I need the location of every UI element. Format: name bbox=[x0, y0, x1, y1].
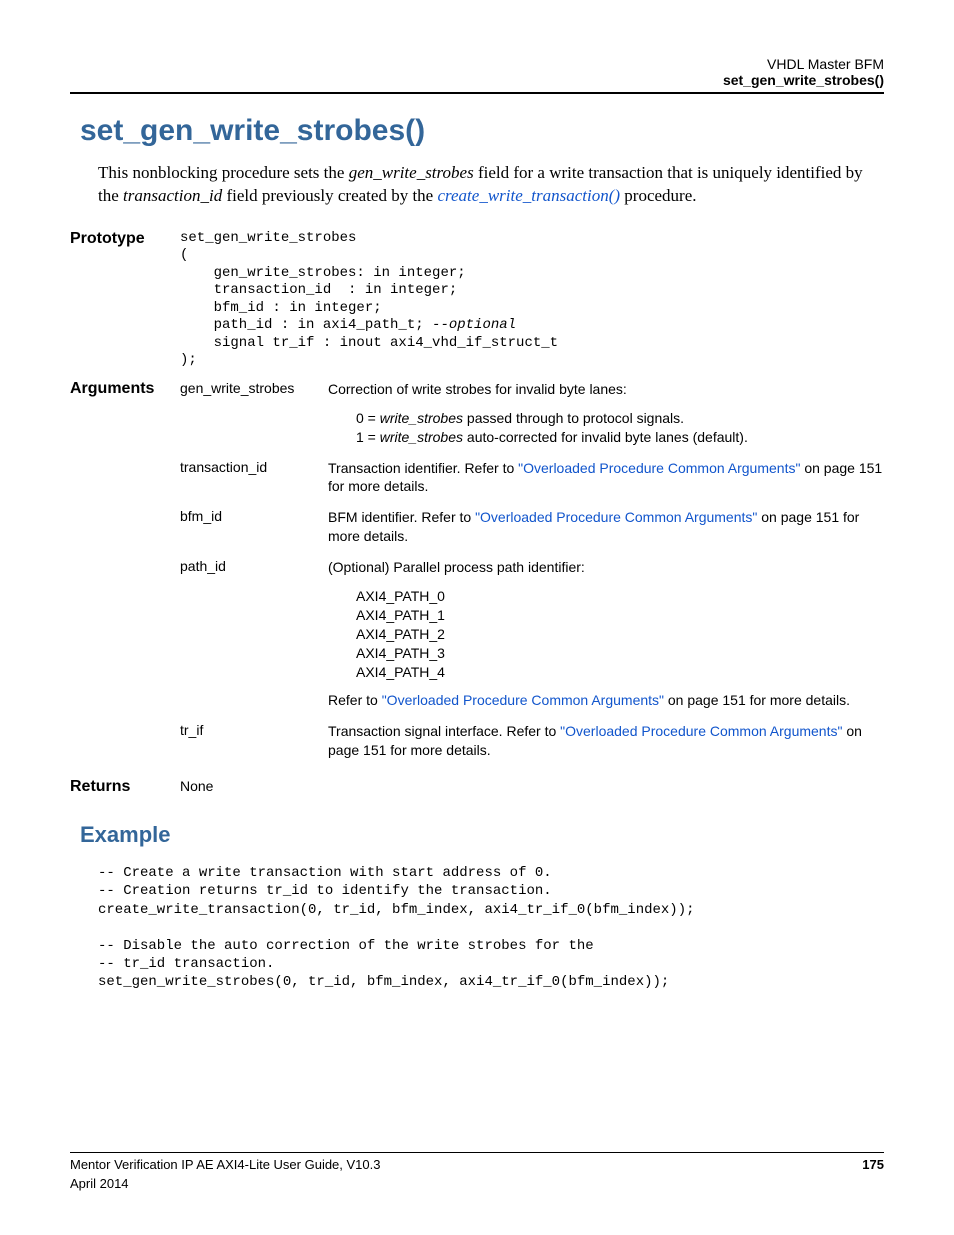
example-code: -- Create a write transaction with start… bbox=[98, 864, 884, 991]
overloaded-link[interactable]: "Overloaded Procedure Common Arguments" bbox=[382, 692, 664, 708]
create-write-transaction-link[interactable]: create_write_transaction() bbox=[437, 186, 620, 205]
arguments-body: gen_write_strobes Correction of write st… bbox=[180, 380, 884, 772]
footer-rule bbox=[70, 1152, 884, 1153]
arg-path-id: path_id (Optional) Parallel process path… bbox=[180, 558, 884, 710]
prototype-code: set_gen_write_strobes ( gen_write_strobe… bbox=[180, 230, 558, 370]
page-number: 175 bbox=[862, 1157, 884, 1172]
arg-gen-write-strobes: gen_write_strobes Correction of write st… bbox=[180, 380, 884, 447]
intro-paragraph: This nonblocking procedure sets the gen_… bbox=[98, 162, 884, 208]
header-line-2: set_gen_write_strobes() bbox=[70, 72, 884, 88]
footer-guide: Mentor Verification IP AE AXI4-Lite User… bbox=[70, 1157, 380, 1172]
overloaded-link[interactable]: "Overloaded Procedure Common Arguments" bbox=[475, 509, 757, 525]
arg-tr-if: tr_if Transaction signal interface. Refe… bbox=[180, 722, 884, 760]
header-rule bbox=[70, 92, 884, 94]
header-line-1: VHDL Master BFM bbox=[70, 56, 884, 72]
overloaded-link[interactable]: "Overloaded Procedure Common Arguments" bbox=[560, 723, 842, 739]
footer-date: April 2014 bbox=[70, 1176, 129, 1191]
returns-label: Returns bbox=[70, 778, 180, 796]
returns-value: None bbox=[180, 778, 213, 796]
arguments-label: Arguments bbox=[70, 380, 180, 772]
overloaded-link[interactable]: "Overloaded Procedure Common Arguments" bbox=[518, 460, 800, 476]
page-content: VHDL Master BFM set_gen_write_strobes() … bbox=[0, 0, 954, 1031]
arguments-section: Arguments gen_write_strobes Correction o… bbox=[70, 380, 884, 772]
prototype-section: Prototype set_gen_write_strobes ( gen_wr… bbox=[70, 230, 884, 370]
page-footer: Mentor Verification IP AE AXI4-Lite User… bbox=[70, 1152, 884, 1191]
example-heading: Example bbox=[80, 822, 884, 848]
returns-section: Returns None bbox=[70, 778, 884, 796]
running-header: VHDL Master BFM set_gen_write_strobes() bbox=[70, 56, 884, 88]
page-title: set_gen_write_strobes() bbox=[80, 114, 884, 148]
prototype-label: Prototype bbox=[70, 230, 180, 370]
arg-transaction-id: transaction_id Transaction identifier. R… bbox=[180, 459, 884, 497]
arg-bfm-id: bfm_id BFM identifier. Refer to "Overloa… bbox=[180, 508, 884, 546]
